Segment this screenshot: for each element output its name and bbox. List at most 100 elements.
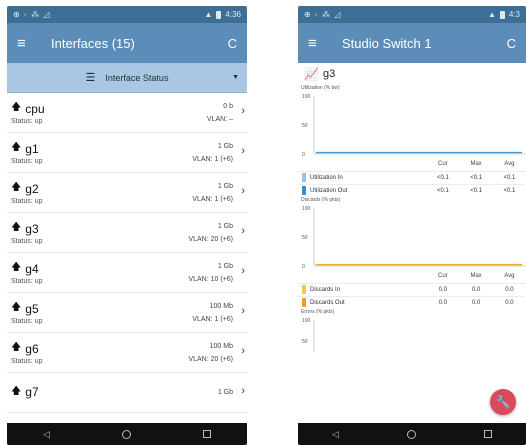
chart-plot: 100 50 0 — [302, 94, 526, 158]
chart-label: Errors (% pkts) — [301, 309, 335, 315]
status-bar: ⊕ ◦ ⁂ ◿ ▲ 4:36 — [7, 6, 247, 23]
interface-row[interactable]: 🡅 g2 Status: up 1 Gb VLAN: 1 (+6) › — [7, 173, 247, 213]
interface-row[interactable]: 🡅 g7 1 Gb › — [7, 373, 247, 413]
interface-header: 📈 g3 — [298, 63, 526, 85]
interface-vlan: VLAN: 20 (+6) — [188, 355, 233, 363]
y-tick-label: 50 — [302, 123, 308, 129]
legend-row[interactable]: Discards Out 0.0 0.0 0.0 — [298, 296, 526, 309]
interface-speed: 1 Gb — [217, 389, 233, 396]
interface-vlan: VLAN: 20 (+6) — [188, 235, 233, 243]
chevron-right-icon: › — [241, 345, 245, 357]
chevron-right-icon: › — [241, 105, 245, 117]
interface-vlan: VLAN: – — [206, 115, 233, 123]
arrow-up-icon: 🡅 — [11, 302, 22, 313]
line-chart-icon: 📈 — [304, 67, 319, 81]
value-avg: 0.0 — [505, 286, 514, 293]
legend-row[interactable]: Discards In 0.0 0.0 0.0 — [298, 283, 526, 296]
chart-plot: 100 50 — [302, 318, 315, 352]
legend-swatch — [302, 285, 306, 294]
battery-icon — [499, 10, 505, 19]
signal-icon: ▲ — [487, 10, 496, 19]
interface-status: Status: up — [11, 118, 43, 125]
home-icon[interactable] — [406, 429, 416, 439]
notification-icons: ⊕ ◦ ⁂ ◿ — [13, 10, 51, 19]
interface-speed: 1 Gb — [217, 222, 233, 230]
recent-apps-icon[interactable] — [483, 430, 492, 438]
menu-icon[interactable]: ≡ — [308, 35, 336, 52]
value-cur: 0.0 — [438, 299, 448, 306]
interface-name: g5 — [25, 301, 39, 316]
clock: 4:3 — [508, 10, 520, 19]
home-icon[interactable] — [121, 429, 131, 439]
interface-name: g1 — [25, 141, 39, 156]
value-cur: 0.0 — [438, 286, 448, 293]
interface-vlan: VLAN: 10 (+6) — [188, 275, 233, 283]
chart-label: Utilization (% bw) — [301, 85, 340, 91]
wrench-icon[interactable]: 🔧 — [490, 389, 516, 415]
notification-icons: ⊕ ◦ ⁂ ◿ — [304, 10, 342, 19]
value-avg: <0.1 — [503, 174, 516, 181]
interface-status: Status: up — [11, 238, 43, 245]
interface-row[interactable]: 🡅 g4 Status: up 1 Gb VLAN: 10 (+6) › — [7, 253, 247, 293]
interface-name: g2 — [25, 181, 39, 196]
interface-row[interactable]: 🡅 g5 Status: up 100 Mb VLAN: 1 (+6) › — [7, 293, 247, 333]
interface-status: Status: up — [11, 358, 43, 365]
chevron-right-icon: › — [241, 265, 245, 277]
value-cur: <0.1 — [436, 187, 449, 194]
value-max: <0.1 — [470, 187, 483, 194]
back-icon[interactable]: ◁ — [332, 429, 339, 440]
metric-chart: Utilization (% bw) 100 50 0 Cur Max Avg Utiliza… — [298, 85, 526, 197]
interface-row[interactable]: 🡅 cpu Status: up 0 b VLAN: – › — [7, 93, 247, 133]
metric-chart: Errors (% pkts) 100 50 — [298, 309, 526, 352]
android-nav-bar: ◁ — [7, 423, 247, 445]
column-header: Cur — [438, 273, 448, 280]
stats-table: Cur Max Avg Utilization In <0.1 <0.1 <0.1 Utili… — [298, 158, 526, 197]
column-header: Max — [470, 273, 482, 280]
refresh-icon[interactable]: C — [500, 36, 516, 51]
y-tick-label: 0 — [302, 264, 305, 270]
column-header: Avg — [504, 273, 515, 280]
y-tick-label: 50 — [302, 339, 308, 345]
arrow-up-icon: 🡅 — [11, 385, 22, 397]
interface-speed: 0 b — [223, 102, 233, 110]
interface-name: g6 — [25, 341, 39, 356]
legend-row[interactable]: Utilization In <0.1 <0.1 <0.1 — [298, 171, 526, 184]
y-tick-label: 0 — [302, 152, 305, 158]
arrow-up-icon: 🡅 — [11, 342, 22, 353]
legend-row[interactable]: Utilization Out <0.1 <0.1 <0.1 — [298, 184, 526, 197]
interface-speed: 100 Mb — [209, 342, 233, 350]
refresh-icon[interactable]: C — [221, 36, 237, 51]
interface-vlan: VLAN: 1 (+6) — [192, 155, 233, 163]
value-avg: <0.1 — [503, 187, 516, 194]
value-max: 0.0 — [471, 286, 481, 293]
signal-icon: ▲ — [204, 10, 213, 19]
menu-icon[interactable]: ≡ — [17, 35, 45, 52]
recent-apps-icon[interactable] — [202, 430, 211, 438]
chevron-right-icon: › — [241, 185, 245, 197]
arrow-up-icon: 🡅 — [11, 102, 22, 113]
arrow-up-icon: 🡅 — [11, 142, 22, 153]
interface-status: Status: up — [11, 318, 43, 325]
legend-swatch — [302, 173, 306, 182]
interface-row[interactable]: 🡅 g3 Status: up 1 Gb VLAN: 20 (+6) › — [7, 213, 247, 253]
chevron-right-icon: › — [241, 225, 245, 237]
interface-detail-screen: ⊕ ◦ ⁂ ◿ ▲ 4:3 ≡ Studio Switch 1 C 📈 g3 U… — [298, 6, 526, 445]
interface-row[interactable]: 🡅 g6 Status: up 100 Mb VLAN: 20 (+6) › — [7, 333, 247, 373]
chevron-right-icon: › — [241, 305, 245, 317]
back-icon[interactable]: ◁ — [43, 429, 50, 440]
interface-name: g3 — [322, 68, 336, 80]
interface-filter-dropdown[interactable]: ☰ Interface Status ▼ — [7, 63, 247, 93]
page-title: Interfaces (15) — [51, 35, 135, 51]
y-tick-label: 100 — [302, 318, 311, 324]
chevron-right-icon: › — [241, 385, 245, 397]
chart-plot: 100 50 0 — [302, 206, 526, 270]
interface-row[interactable]: 🡅 g1 Status: up 1 Gb VLAN: 1 (+6) › — [7, 133, 247, 173]
value-max: 0.0 — [471, 299, 481, 306]
filter-list-icon: ☰ — [85, 72, 96, 84]
charts-container: Utilization (% bw) 100 50 0 Cur Max Avg Utiliza… — [298, 85, 526, 352]
interface-name: g4 — [25, 261, 39, 276]
column-header: Max — [470, 161, 482, 168]
value-cur: <0.1 — [436, 174, 449, 181]
arrow-up-icon: 🡅 — [11, 182, 22, 193]
interface-vlan: VLAN: 1 (+6) — [192, 315, 233, 323]
